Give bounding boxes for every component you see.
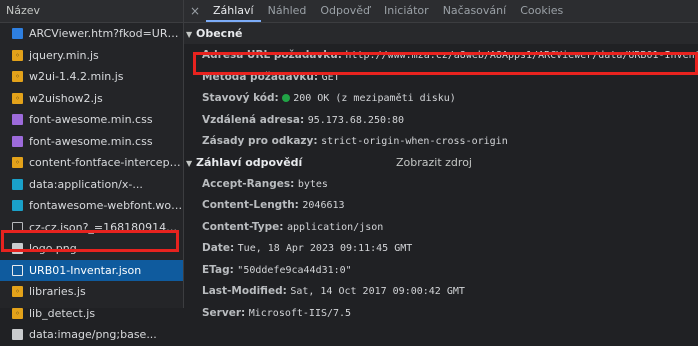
response-header-value: Microsoft-IIS/7.5 (248, 307, 352, 319)
tab-headers[interactable]: Záhlaví (206, 0, 261, 22)
request-list-item[interactable]: ◦ libraries.js (0, 281, 183, 303)
response-header-value: 2046613 (302, 200, 345, 211)
response-headers-section-header[interactable]: ▼ Záhlaví odpovědí Zobrazit zdroj (184, 152, 698, 173)
view-source-link[interactable]: Zobrazit zdroj (396, 152, 472, 173)
tab-initiator[interactable]: Iniciátor (377, 0, 436, 22)
response-header-key: Content-Length: (202, 199, 299, 211)
response-header-row: Content-Type: application/json (184, 216, 698, 238)
response-headers-title: Záhlaví odpovědí (196, 155, 303, 169)
response-header-row: Accept-Ranges: bytes (184, 173, 698, 195)
expand-triangle-icon: ▼ (186, 158, 193, 168)
request-list-item-label: font-awesome.min.css (29, 134, 153, 148)
js-file-icon: ◦ (12, 92, 23, 104)
font-file-icon (12, 178, 23, 190)
request-list-item[interactable]: ◦ lib_detect.js (0, 303, 183, 325)
name-column-header[interactable]: Název (0, 0, 183, 23)
general-section-header[interactable]: ▼ Obecné (184, 23, 698, 44)
response-header-value: "50ddefe9ca44d31:0" (237, 264, 352, 276)
request-list-item-label: lib_detect.js (29, 306, 96, 320)
remote-address-key: Vzdálená adresa: (202, 113, 305, 126)
request-list-item[interactable]: fontawesome-webfont.woff2?... (0, 195, 183, 217)
request-list-item-label: font-awesome.min.css (29, 113, 153, 126)
details-tab-bar: × Záhlaví Náhled Odpověď Iniciátor Načas… (184, 0, 698, 23)
request-list-item-label: ARCViewer.htm?fkod=URB01 (29, 27, 183, 40)
response-header-row: Last-Modified: Sat, 14 Oct 2017 09:00:42… (184, 280, 698, 302)
response-header-key: Server: (202, 306, 246, 319)
response-header-key: Last-Modified: (202, 285, 287, 297)
request-list-item[interactable]: URB01-Inventar.json (0, 259, 183, 281)
remote-address-value: 95.173.68.250:80 (307, 114, 405, 126)
request-list-item[interactable]: ◦ w2uishow2.js (0, 88, 183, 110)
request-list-panel: Název ARCViewer.htm?fkod=URB01 ◦ jquery.mi… (0, 0, 184, 341)
response-header-value: Tue, 18 Apr 2023 09:11:45 GMT (237, 243, 413, 254)
css-file-icon (12, 135, 23, 147)
request-list-item-label: w2ui-1.4.2.min.js (29, 70, 124, 83)
highlight-box-request-url (193, 52, 698, 75)
referrer-policy-value: strict-origin-when-cross-origin (321, 136, 508, 147)
response-headers-list: Accept-Ranges: bytes Content-Length: 2046… (184, 173, 698, 324)
request-list: ARCViewer.htm?fkod=URB01 ◦ jquery.min.js ◦ w… (0, 23, 183, 346)
request-details-panel: × Záhlaví Náhled Odpověď Iniciátor Načas… (184, 0, 698, 319)
status-note: (z mezipaměti disku) (335, 93, 456, 104)
request-list-item-label: data:image/png;base... (29, 328, 157, 341)
document-icon (12, 28, 23, 39)
request-list-item-label: libraries.js (29, 285, 86, 298)
request-list-item-label: jquery.min.js (29, 48, 99, 62)
request-list-item[interactable]: font-awesome.min.css (0, 109, 183, 131)
response-header-value: application/json (286, 221, 384, 233)
response-header-row: Server: Microsoft-IIS/7.5 (184, 302, 698, 324)
request-list-item-label: fontawesome-webfont.woff2?... (29, 199, 183, 212)
response-header-value: bytes (297, 178, 328, 190)
font-file-icon (12, 200, 23, 211)
tab-cookies[interactable]: Cookies (513, 0, 570, 22)
request-list-item-label: content-fontface-intercept.js (29, 156, 183, 169)
request-list-item-label: URB01-Inventar.json (29, 263, 142, 277)
request-list-item-label: w2uishow2.js (29, 91, 103, 105)
general-section-title: Obecné (196, 27, 243, 40)
image-file-icon (12, 329, 23, 340)
close-icon[interactable]: × (184, 4, 206, 18)
response-header-key: Content-Type: (202, 220, 284, 233)
request-list-item-label: data:application/x-... (29, 177, 143, 191)
response-header-row: Content-Length: 2046613 (184, 194, 698, 216)
request-list-item[interactable]: ◦ content-fontface-intercept.js (0, 152, 183, 174)
request-list-item[interactable]: data:application/x-... (0, 174, 183, 196)
status-code-row: Stavový kód: 200 OK (z mezipaměti disku) (184, 87, 698, 109)
response-header-value: Sat, 14 Oct 2017 09:00:42 GMT (290, 286, 465, 297)
response-header-row: ETag: "50ddefe9ca44d31:0" (184, 259, 698, 281)
request-list-item[interactable]: data:image/png;base... (0, 324, 183, 346)
response-header-key: ETag: (202, 263, 234, 276)
tab-response[interactable]: Odpověď (313, 0, 377, 22)
js-file-icon: ◦ (12, 286, 23, 297)
status-code-key: Stavový kód: (202, 92, 279, 104)
response-header-key: Accept-Ranges: (202, 177, 295, 190)
request-list-item[interactable]: font-awesome.min.css (0, 131, 183, 153)
js-file-icon: ◦ (12, 307, 23, 319)
js-file-icon: ◦ (12, 49, 23, 61)
js-file-icon: ◦ (12, 71, 23, 82)
css-file-icon (12, 114, 23, 125)
response-header-key: Date: (202, 242, 235, 254)
referrer-policy-key: Zásady pro odkazy: (202, 135, 318, 147)
status-ok-icon (282, 93, 291, 102)
highlight-box-selected-request (1, 230, 179, 252)
js-file-icon: ◦ (12, 157, 23, 168)
referrer-policy-row: Zásady pro odkazy: strict-origin-when-cr… (184, 130, 698, 152)
request-list-item[interactable]: ARCViewer.htm?fkod=URB01 (0, 23, 183, 45)
status-code-value: 200 OK (293, 93, 330, 104)
request-list-item[interactable]: ◦ w2ui-1.4.2.min.js (0, 66, 183, 88)
response-header-row: Date: Tue, 18 Apr 2023 09:11:45 GMT (184, 237, 698, 259)
remote-address-row: Vzdálená adresa: 95.173.68.250:80 (184, 109, 698, 131)
request-list-item[interactable]: ◦ jquery.min.js (0, 45, 183, 67)
tab-preview[interactable]: Náhled (261, 0, 314, 22)
json-file-icon (12, 264, 23, 276)
expand-triangle-icon: ▼ (186, 30, 193, 39)
tab-timing[interactable]: Načasování (436, 0, 514, 22)
